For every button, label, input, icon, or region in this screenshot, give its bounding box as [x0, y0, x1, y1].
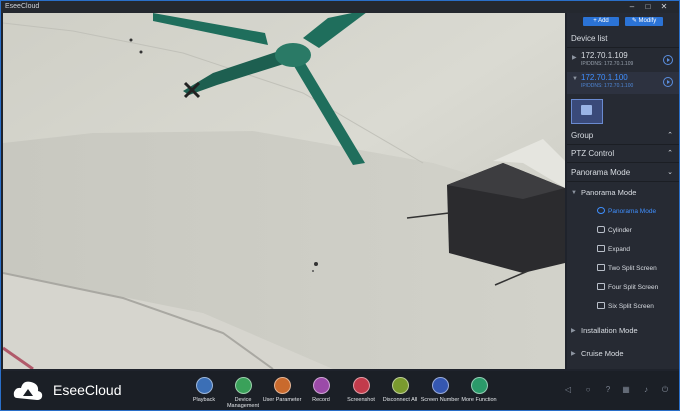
panorama-header[interactable]: Panorama Mode ⌄ [567, 165, 679, 182]
playback-button[interactable]: Playback [184, 377, 224, 403]
cylinder-icon [597, 226, 605, 233]
chevron-up-icon: ⌃ [667, 132, 673, 139]
device-list-label: Device list [571, 34, 608, 43]
logo-text: EseeCloud [53, 382, 122, 398]
expand-arrow-icon: ▶ [571, 351, 576, 357]
microphone-icon[interactable]: ♪ [641, 385, 651, 395]
device-address: IP/DDNS: 172.70.1.109 [581, 61, 634, 67]
camera-image [3, 13, 565, 369]
panorama-icon [597, 207, 605, 214]
six-split-icon [597, 302, 605, 309]
mode-label: Panorama Mode [608, 208, 657, 215]
device-ip: 172.70.1.109 [581, 51, 628, 60]
tool-label: Disconnect All [382, 397, 418, 403]
four-split-icon [597, 283, 605, 290]
app-window: EseeCloud – □ ✕ + Add ✎ Modify Device li… [0, 0, 680, 411]
two-split-icon [597, 264, 605, 271]
power-icon[interactable]: ⏻ [660, 385, 670, 395]
mode-label: Two Split Screen [608, 265, 657, 272]
record-icon [312, 377, 330, 394]
play-icon[interactable] [663, 77, 673, 87]
tool-label: User Parameter [262, 397, 302, 403]
help-icon[interactable]: ? [603, 385, 613, 395]
user-parameter-icon [273, 377, 291, 394]
mode-label: Expand [608, 246, 631, 253]
group-label: Group [571, 131, 594, 140]
mode-label: Six Split Screen [608, 303, 654, 310]
expand-arrow-icon[interactable]: ▶ [572, 54, 577, 61]
video-view[interactable] [3, 13, 565, 369]
camera-icon [581, 105, 592, 115]
screen-number-button[interactable]: Screen Number [420, 377, 460, 403]
collapse-arrow-icon[interactable]: ▼ [572, 76, 578, 82]
mode-item-panorama[interactable]: Panorama Mode [597, 207, 656, 217]
modify-button[interactable]: ✎ Modify [625, 17, 663, 26]
bottom-toolbar: EseeCloud Playback Device Management Use… [1, 371, 679, 410]
right-panel: + Add ✎ Modify Device list ▶ 172.70.1.10… [567, 13, 679, 369]
group-header[interactable]: Group ⌃ [567, 128, 679, 145]
more-function-button[interactable]: More Function [459, 377, 499, 403]
mode-item-two-split[interactable]: Two Split Screen [597, 264, 657, 274]
cruise-mode-label: Cruise Mode [581, 349, 624, 358]
installation-mode-item[interactable]: ▶ Installation Mode [567, 323, 679, 339]
chevron-up-icon: ⌃ [667, 150, 673, 157]
panorama-subsection[interactable]: ▼ Panorama Mode [567, 185, 679, 201]
panorama-subsection-label: Panorama Mode [581, 188, 637, 197]
device-management-icon [234, 377, 252, 394]
tool-label: Screenshot [347, 397, 375, 403]
tool-label: Record [312, 397, 330, 403]
screen-number-icon [431, 377, 449, 394]
mode-label: Four Split Screen [608, 284, 659, 291]
device-item[interactable]: ▶ 172.70.1.109 IP/DDNS: 172.70.1.109 [567, 50, 679, 72]
ptz-label: PTZ Control [571, 149, 615, 158]
minimize-icon[interactable]: – [627, 2, 637, 12]
ptz-header[interactable]: PTZ Control ⌃ [567, 146, 679, 163]
device-management-button[interactable]: Device Management [223, 377, 263, 409]
cruise-mode-item[interactable]: ▶ Cruise Mode [567, 346, 679, 362]
user-parameter-button[interactable]: User Parameter [262, 377, 302, 403]
screenshot-button[interactable]: Screenshot [341, 377, 381, 403]
chevron-down-icon: ⌄ [667, 169, 673, 176]
tool-label: More Function [461, 397, 497, 403]
window-title: EseeCloud [5, 3, 40, 10]
tool-label: Playback [192, 397, 216, 403]
play-icon[interactable] [663, 55, 673, 65]
installation-mode-label: Installation Mode [581, 326, 638, 335]
expand-arrow-icon: ▶ [571, 328, 576, 334]
expand-icon [597, 245, 605, 252]
channel-thumbnail[interactable] [571, 99, 603, 124]
device-address: IP/DDNS: 172.70.1.100 [581, 83, 634, 89]
disconnect-all-button[interactable]: Disconnect All [380, 377, 420, 403]
mode-item-cylinder[interactable]: Cylinder [597, 226, 632, 236]
device-item-selected[interactable]: ▼ 172.70.1.100 IP/DDNS: 172.70.1.100 [567, 72, 679, 94]
maximize-icon[interactable]: □ [643, 2, 653, 12]
screenshot-icon [352, 377, 370, 394]
logo-icon [13, 378, 43, 404]
modify-button-label: Modify [638, 18, 657, 24]
tool-label: Device Management [226, 397, 260, 409]
close-icon[interactable]: ✕ [659, 2, 669, 12]
grid-icon[interactable]: ▦ [621, 385, 631, 395]
volume-slider-icon[interactable]: ○ [583, 385, 593, 395]
add-button[interactable]: + Add [583, 17, 619, 26]
mode-label: Cylinder [608, 227, 632, 234]
mode-item-four-split[interactable]: Four Split Screen [597, 283, 658, 293]
panorama-label: Panorama Mode [571, 168, 631, 177]
device-list-header[interactable]: Device list [567, 31, 679, 48]
title-bar: EseeCloud – □ ✕ [1, 1, 679, 13]
device-ip: 172.70.1.100 [581, 73, 628, 82]
tool-label: Screen Number [420, 397, 460, 403]
expand-arrow-icon: ▼ [571, 190, 577, 196]
disconnect-all-icon [391, 377, 409, 394]
mode-item-expand[interactable]: Expand [597, 245, 630, 255]
edit-icon: ✎ [631, 18, 637, 24]
more-function-icon [470, 377, 488, 394]
speaker-icon[interactable]: ◁ [563, 385, 573, 395]
mode-item-six-split[interactable]: Six Split Screen [597, 302, 654, 312]
playback-icon [195, 377, 213, 394]
record-button[interactable]: Record [301, 377, 341, 403]
